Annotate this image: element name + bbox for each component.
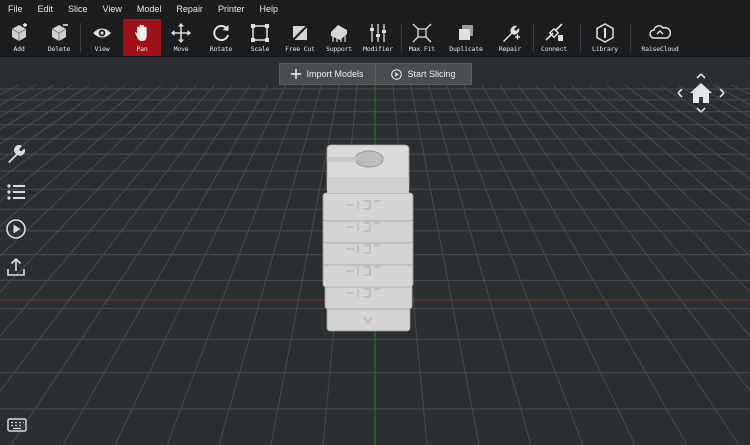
plus-icon — [291, 69, 302, 79]
raisecloud-label: RaiseCloud — [641, 45, 679, 53]
pan-button[interactable]: Pan — [123, 19, 161, 56]
wrench-icon — [503, 25, 520, 42]
scale-label: Scale — [250, 45, 270, 53]
viewport-3d[interactable] — [0, 57, 750, 445]
rotate-label: Rotate — [209, 45, 233, 53]
view-button[interactable]: View — [87, 19, 117, 56]
max-fit-button[interactable]: Max Fit — [406, 19, 438, 56]
upload-icon[interactable] — [5, 256, 27, 278]
hand-icon — [135, 24, 147, 41]
toolbar: Add Delete View Pan Move Rotate Scale Fr… — [0, 19, 750, 57]
delete-icon — [51, 24, 68, 41]
menu-repair[interactable]: Repair — [168, 0, 210, 19]
raisecloud-button[interactable]: RaiseCloud — [638, 19, 682, 56]
start-slicing-label: Start Slicing — [407, 69, 456, 79]
add-label: Add — [13, 45, 25, 53]
move-icon — [171, 23, 191, 43]
free-cut-label: Free Cut — [285, 45, 315, 53]
menu-bar: File Edit Slice View Model Repair Printe… — [0, 0, 750, 19]
library-button[interactable]: Library — [588, 19, 622, 56]
max-fit-label: Max Fit — [409, 45, 435, 53]
free-cut-button[interactable]: Free Cut — [282, 19, 318, 56]
viewport-action-bar: Import Models Start Slicing — [279, 63, 472, 85]
modifier-button[interactable]: Modifier — [361, 19, 395, 56]
play-icon[interactable] — [5, 218, 27, 240]
support-label: Support — [326, 45, 352, 53]
add-icon — [11, 23, 27, 41]
rotate-icon — [213, 25, 229, 42]
view-label: View — [94, 45, 110, 53]
modifier-label: Modifier — [363, 45, 393, 53]
menu-printer[interactable]: Printer — [210, 0, 252, 19]
connect-button[interactable]: Connect — [537, 19, 571, 56]
duplicate-label: Duplicate — [449, 45, 483, 53]
sliders-icon — [370, 24, 386, 42]
start-slicing-button[interactable]: Start Slicing — [375, 64, 471, 84]
support-button[interactable]: Support — [323, 19, 355, 56]
add-button[interactable]: Add — [4, 19, 34, 56]
menu-file[interactable]: File — [0, 0, 30, 19]
import-models-label: Import Models — [306, 69, 364, 79]
library-icon — [596, 23, 614, 43]
eye-icon — [93, 28, 111, 38]
home-view-icon[interactable] — [676, 72, 726, 114]
menu-edit[interactable]: Edit — [30, 0, 61, 19]
list-icon[interactable] — [5, 181, 27, 203]
duplicate-icon — [459, 25, 473, 40]
scale-button[interactable]: Scale — [245, 19, 275, 56]
move-button[interactable]: Move — [166, 19, 196, 56]
repair-button[interactable]: Repair — [494, 19, 526, 56]
menu-slice[interactable]: Slice — [60, 0, 95, 19]
menu-view[interactable]: View — [95, 0, 129, 19]
pan-label: Pan — [136, 45, 148, 53]
library-label: Library — [592, 45, 618, 53]
scale-icon — [251, 24, 269, 42]
support-icon — [331, 25, 347, 42]
duplicate-button[interactable]: Duplicate — [448, 19, 484, 56]
connect-icon — [545, 23, 563, 41]
wrench-icon[interactable] — [5, 143, 27, 165]
move-label: Move — [173, 45, 189, 53]
menu-help[interactable]: Help — [251, 0, 285, 19]
cut-icon — [291, 24, 309, 42]
delete-button[interactable]: Delete — [44, 19, 74, 56]
delete-label: Delete — [47, 45, 71, 53]
menu-model[interactable]: Model — [129, 0, 169, 19]
model-3d-object[interactable] — [318, 143, 418, 333]
cloud-icon — [649, 25, 671, 39]
keyboard-icon[interactable] — [6, 414, 28, 436]
repair-label: Repair — [498, 45, 522, 53]
connect-label: Connect — [541, 45, 567, 53]
play-circle-icon — [391, 68, 403, 80]
rotate-button[interactable]: Rotate — [205, 19, 237, 56]
maxfit-icon — [412, 23, 432, 43]
import-models-button[interactable]: Import Models — [280, 64, 375, 84]
